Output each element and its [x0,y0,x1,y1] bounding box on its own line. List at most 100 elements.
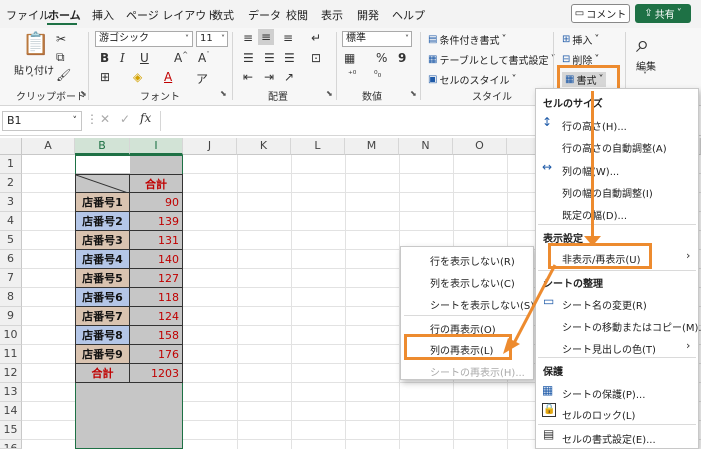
orientation-icon[interactable]: ↗ [284,70,294,84]
store-value-cell[interactable]: 158 [130,326,183,345]
column-header-o[interactable]: O [453,138,507,155]
row-header[interactable]: 15 [0,421,22,440]
store-value-cell[interactable]: 139 [130,212,183,231]
copy-icon[interactable]: ⧉ [56,50,65,65]
borders-icon[interactable]: ⊞ [100,70,110,84]
menu-item-format-cells[interactable]: セルの書式設定(E)... [562,431,656,446]
row-header[interactable]: 1 [0,155,22,174]
italic-icon[interactable]: I [120,51,125,65]
wrap-text-icon[interactable]: ↵ [311,31,321,45]
comma-style-icon[interactable]: 9 [398,51,406,65]
dialog-launcher-icon[interactable]: ⬊ [326,89,333,98]
row-header[interactable]: 10 [0,326,22,345]
total-value-cell[interactable]: 1203 [130,364,183,383]
font-name-combo[interactable]: 游ゴシック ˅ [95,31,193,47]
header-total-cell[interactable]: 合計 [130,174,183,193]
align-middle-icon[interactable]: ≡ [258,29,275,45]
row-header[interactable]: 7 [0,269,22,288]
row-header[interactable]: 12 [0,364,22,383]
font-color-icon[interactable]: A [164,70,172,84]
decrease-decimal-icon[interactable]: ⁰₀ [374,70,381,80]
dialog-launcher-icon[interactable]: ⬊ [80,89,87,98]
tab-file[interactable]: ファイル [6,7,50,23]
align-center-icon[interactable]: ☰ [264,51,275,65]
row-header[interactable]: 14 [0,402,22,421]
store-name-cell[interactable]: 店番号1 [75,193,130,212]
store-name-cell[interactable]: 店番号5 [75,269,130,288]
insert-function-icon[interactable]: fx [140,111,151,125]
row-header[interactable]: 16 [0,440,22,449]
column-header-j[interactable]: J [183,138,237,155]
name-box[interactable]: B1 ˅ [2,111,82,131]
merge-cells-icon[interactable]: ⊡ [311,51,321,65]
tab-home[interactable]: ホーム [48,7,81,23]
tab-help[interactable]: ヘルプ [392,7,425,23]
number-format-combo[interactable]: 標準 ˅ [342,31,412,47]
store-name-cell[interactable]: 店番号4 [75,250,130,269]
tab-page-layout[interactable]: ページ レイアウト [126,7,217,23]
currency-icon[interactable]: ▦ [344,51,355,65]
store-value-cell[interactable]: 90 [130,193,183,212]
row-header[interactable]: 11 [0,345,22,364]
tab-formulas[interactable]: 数式 [212,7,234,23]
search-icon[interactable]: ⌕ [636,30,649,58]
column-header-n[interactable]: N [399,138,453,155]
align-left-icon[interactable]: ☰ [243,51,254,65]
cut-icon[interactable]: ✂ [56,32,66,46]
font-size-combo[interactable]: 11 ˅ [196,31,228,47]
fill-color-icon[interactable]: ◈ [133,70,142,84]
store-name-cell[interactable]: 店番号3 [75,231,130,250]
store-name-cell[interactable]: 店番号9 [75,345,130,364]
row-header[interactable]: 5 [0,231,22,250]
bold-icon[interactable]: B [100,51,109,65]
store-value-cell[interactable]: 127 [130,269,183,288]
paste-icon[interactable]: 📋 [22,32,49,57]
store-value-cell[interactable]: 176 [130,345,183,364]
menu-item-default-width[interactable]: 既定の幅(D)... [562,207,627,222]
increase-indent-icon[interactable]: ⇥ [264,70,274,84]
store-value-cell[interactable]: 118 [130,288,183,307]
increase-font-icon[interactable]: A^ [174,51,188,65]
menu-item-lock-cell[interactable]: セルのロック(L) [562,407,635,422]
tab-insert[interactable]: 挿入 [92,7,114,23]
more-options-icon[interactable]: ⋮ [86,112,98,126]
row-header[interactable]: 4 [0,212,22,231]
store-value-cell[interactable]: 131 [130,231,183,250]
menu-item-move-copy[interactable]: シートの移動またはコピー(M)... [562,319,701,334]
column-header-k[interactable]: K [237,138,291,155]
chevron-down-icon[interactable]: ˅ [30,74,34,83]
confirm-icon[interactable]: ✓ [120,112,130,126]
store-name-cell[interactable]: 店番号7 [75,307,130,326]
percent-icon[interactable]: % [376,51,387,65]
tab-developer[interactable]: 開発 [357,7,379,23]
column-header-b[interactable]: B [75,138,130,155]
store-name-cell[interactable]: 店番号6 [75,288,130,307]
align-right-icon[interactable]: ☰ [284,51,295,65]
menu-item-row-height[interactable]: 行の高さ(H)... [562,118,627,133]
underline-icon[interactable]: U [140,51,149,65]
phonetic-icon[interactable]: ア [196,70,208,87]
dialog-launcher-icon[interactable]: ⬊ [220,89,227,98]
total-label-cell[interactable]: 合計 [75,364,130,383]
row-header[interactable]: 13 [0,383,22,402]
format-as-table-button[interactable]: ▦テーブルとして書式設定˅ [428,52,556,67]
increase-decimal-icon[interactable]: ⁺⁰ [348,70,356,80]
column-header-l[interactable]: L [291,138,345,155]
tab-review[interactable]: 校閲 [286,7,308,23]
insert-cells-button[interactable]: ⊞ 挿入 ˅ [562,32,599,47]
select-all-corner[interactable] [0,138,22,155]
store-name-cell[interactable]: 店番号8 [75,326,130,345]
column-header-m[interactable]: M [345,138,399,155]
menu-item-tab-color[interactable]: シート見出しの色(T) [562,341,656,356]
share-button[interactable]: ⇪ 共有 ˅ [635,4,691,23]
active-cell-b1[interactable] [76,156,130,173]
menu-item-autofit-row[interactable]: 行の高さの自動調整(A) [562,140,667,155]
header-diagonal-cell[interactable] [75,174,130,193]
cancel-icon[interactable]: ✕ [100,112,110,126]
format-painter-icon[interactable]: 🖌 [56,68,71,82]
menu-item-protect-sheet[interactable]: シートの保護(P)... [562,386,645,401]
conditional-formatting-button[interactable]: ▤ 条件付き書式 ˅ [428,32,506,47]
formula-input[interactable] [160,111,540,131]
decrease-indent-icon[interactable]: ⇤ [243,70,253,84]
cell-styles-button[interactable]: ▣ セルのスタイル ˅ [428,72,516,87]
